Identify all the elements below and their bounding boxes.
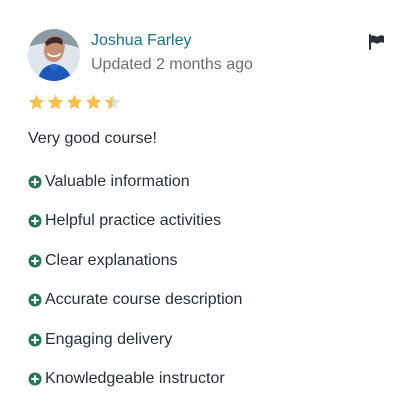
plus-circle-icon	[28, 333, 42, 347]
plus-circle-icon	[28, 214, 42, 228]
flag-review-button[interactable]	[368, 34, 386, 50]
star-icon	[48, 94, 63, 109]
plus-circle-icon	[28, 254, 42, 268]
review-tag-list: Valuable information Helpful practice act…	[28, 172, 388, 408]
review-tag-item: Clear explanations	[28, 251, 388, 271]
plus-circle-icon	[28, 372, 42, 386]
star-icon	[105, 94, 120, 109]
review-tag-item: Engaging delivery	[28, 330, 388, 350]
flag-icon	[369, 34, 384, 50]
review-tag-item: Knowledgeable instructor	[28, 369, 388, 389]
star-icon	[67, 94, 82, 109]
review-tag-label: Clear explanations	[45, 251, 178, 269]
review-comment: Very good course!	[28, 130, 157, 147]
review-tag-label: Engaging delivery	[45, 330, 173, 348]
rating-stars	[28, 94, 121, 112]
review-updated-time: Updated 2 months ago	[91, 56, 253, 73]
review-tag-label: Valuable information	[45, 173, 190, 190]
review-card: Joshua Farley Updated 2 months ago Very …	[0, 0, 416, 419]
review-tag-label: Helpful practice activities	[45, 212, 222, 230]
plus-circle-icon	[28, 293, 42, 307]
review-tag-item: Valuable information	[28, 172, 388, 192]
star-icon	[86, 94, 101, 109]
star-icon	[29, 94, 44, 109]
avatar	[28, 29, 80, 81]
review-tag-item: Helpful practice activities	[28, 211, 388, 231]
review-tag-item: Accurate course description	[28, 290, 388, 310]
plus-circle-icon	[28, 175, 42, 189]
review-tag-label: Accurate course description	[45, 291, 243, 309]
reviewer-name[interactable]: Joshua Farley	[91, 31, 192, 51]
review-tag-label: Knowledgeable instructor	[45, 369, 225, 387]
